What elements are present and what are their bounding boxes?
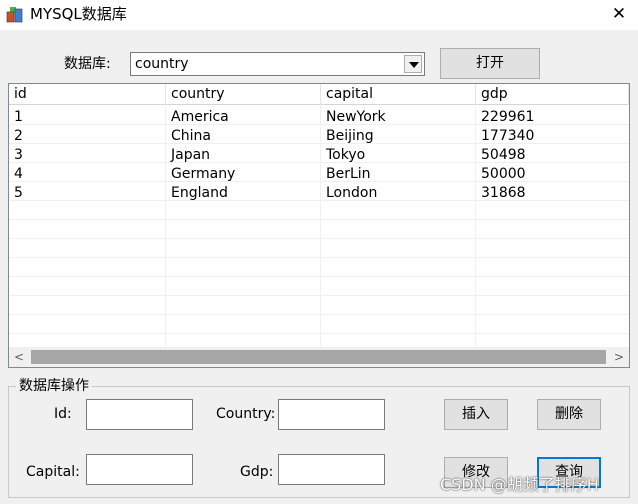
- grid-line: [320, 105, 321, 348]
- grid-line: [9, 333, 629, 334]
- table-cell[interactable]: Beijing: [323, 127, 374, 146]
- database-label: 数据库:: [64, 56, 111, 72]
- country-input[interactable]: [278, 399, 385, 430]
- title-bar: MYSQL数据库 ✕: [0, 0, 638, 30]
- capital-label: Capital:: [26, 464, 80, 480]
- table-cell[interactable]: 229961: [478, 108, 534, 127]
- grid-body: 1 America NewYork 229961 2 China Beijing…: [9, 105, 629, 348]
- gdp-label: Gdp:: [240, 464, 274, 480]
- grid-line: [9, 238, 629, 239]
- grid-line: [475, 105, 476, 348]
- grid-line: [9, 219, 629, 220]
- country-label: Country:: [216, 406, 276, 422]
- gdp-input[interactable]: [278, 454, 385, 485]
- table-cell[interactable]: 2: [11, 127, 23, 146]
- grid-line: [9, 181, 629, 182]
- column-header-country[interactable]: country: [166, 84, 321, 105]
- table-cell[interactable]: 50498: [478, 146, 526, 165]
- delete-button[interactable]: 删除: [537, 399, 601, 430]
- data-grid[interactable]: id country capital gdp 1 America NewYork…: [8, 83, 630, 368]
- capital-input[interactable]: [86, 454, 193, 485]
- table-cell[interactable]: Germany: [168, 165, 235, 184]
- grid-line: [9, 276, 629, 277]
- insert-button[interactable]: 插入: [444, 399, 508, 430]
- table-cell[interactable]: 177340: [478, 127, 534, 146]
- table-cell[interactable]: London: [323, 184, 377, 203]
- close-icon[interactable]: ✕: [604, 2, 634, 26]
- scroll-right-icon[interactable]: >: [609, 347, 629, 367]
- table-cell[interactable]: 50000: [478, 165, 526, 184]
- column-header-capital[interactable]: capital: [321, 84, 476, 105]
- database-app-icon: [6, 7, 23, 23]
- table-cell[interactable]: England: [168, 184, 228, 203]
- column-header-id[interactable]: id: [9, 84, 166, 105]
- table-cell[interactable]: China: [168, 127, 211, 146]
- table-cell[interactable]: America: [168, 108, 229, 127]
- grid-line: [9, 200, 629, 201]
- scrollbar-thumb[interactable]: [31, 350, 606, 364]
- id-label: Id:: [54, 406, 72, 422]
- table-cell[interactable]: BerLin: [323, 165, 371, 184]
- scroll-left-icon[interactable]: <: [9, 347, 29, 367]
- open-button[interactable]: 打开: [440, 48, 540, 79]
- table-cell[interactable]: Tokyo: [323, 146, 365, 165]
- id-input[interactable]: [86, 399, 193, 430]
- database-selected-value: country: [135, 56, 189, 72]
- grid-line: [9, 162, 629, 163]
- grid-header: id country capital gdp: [9, 84, 629, 105]
- table-cell[interactable]: 1: [11, 108, 23, 127]
- grid-line: [9, 257, 629, 258]
- column-header-gdp[interactable]: gdp: [476, 84, 629, 105]
- table-cell[interactable]: 5: [11, 184, 23, 203]
- table-cell[interactable]: Japan: [168, 146, 210, 165]
- operations-group-title: 数据库操作: [16, 376, 92, 396]
- grid-line: [9, 124, 629, 125]
- watermark-text: CSDN @胡频了排序H: [440, 475, 599, 494]
- table-cell[interactable]: 3: [11, 146, 23, 165]
- database-combobox[interactable]: country: [130, 52, 425, 76]
- window-title: MYSQL数据库: [30, 5, 127, 23]
- chevron-down-icon[interactable]: [404, 55, 422, 73]
- horizontal-scrollbar[interactable]: < >: [9, 347, 629, 367]
- table-cell[interactable]: NewYork: [323, 108, 386, 127]
- grid-line: [9, 295, 629, 296]
- grid-line: [165, 105, 166, 348]
- table-cell[interactable]: 4: [11, 165, 23, 184]
- table-cell[interactable]: 31868: [478, 184, 526, 203]
- grid-line: [9, 314, 629, 315]
- grid-line: [9, 143, 629, 144]
